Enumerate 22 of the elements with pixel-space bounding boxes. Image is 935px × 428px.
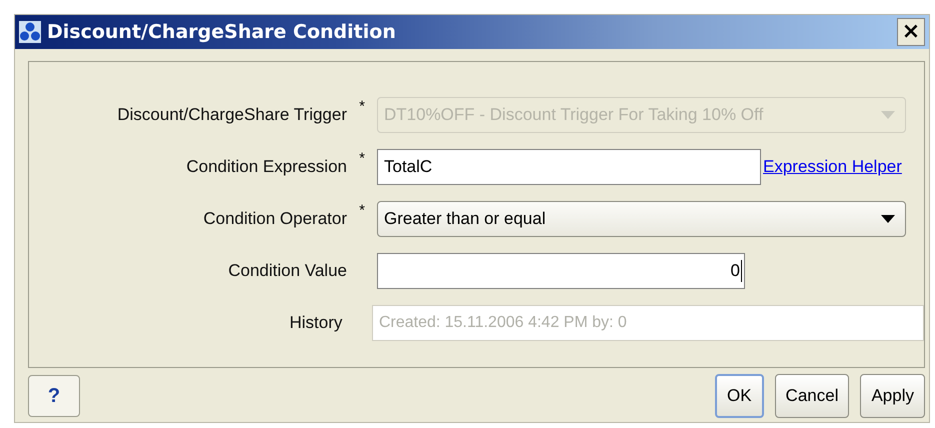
app-icon	[19, 21, 41, 43]
field-label: Condition Value	[227, 261, 347, 281]
dialog-button[interactable]: Apply	[860, 374, 925, 418]
window-title: Discount/ChargeShare Condition	[47, 21, 397, 43]
field-label: Condition Operator	[202, 209, 347, 229]
expression-helper-link[interactable]: Expression Helper	[763, 157, 902, 177]
dialog-button[interactable]: OK	[714, 374, 764, 418]
input-field[interactable]: 0	[377, 253, 745, 289]
field-label: Condition Expression	[185, 157, 347, 177]
required-mark: *	[358, 202, 366, 219]
input-field[interactable]: TotalC	[377, 149, 761, 185]
close-button[interactable]: ×	[897, 18, 925, 46]
help-button[interactable]: ?	[28, 375, 80, 417]
dialog-button[interactable]: Cancel	[774, 374, 850, 418]
dropdown[interactable]: Greater than or equal	[377, 201, 906, 237]
field-label: History	[288, 313, 342, 333]
history-field: Created: 15.11.2006 4:42 PM by: 0	[372, 305, 924, 341]
caret-icon	[881, 215, 895, 223]
caret-icon	[881, 111, 895, 119]
required-mark: *	[358, 98, 366, 115]
required-mark: *	[358, 150, 366, 167]
field-label: Discount/ChargeShare Trigger	[116, 105, 347, 125]
